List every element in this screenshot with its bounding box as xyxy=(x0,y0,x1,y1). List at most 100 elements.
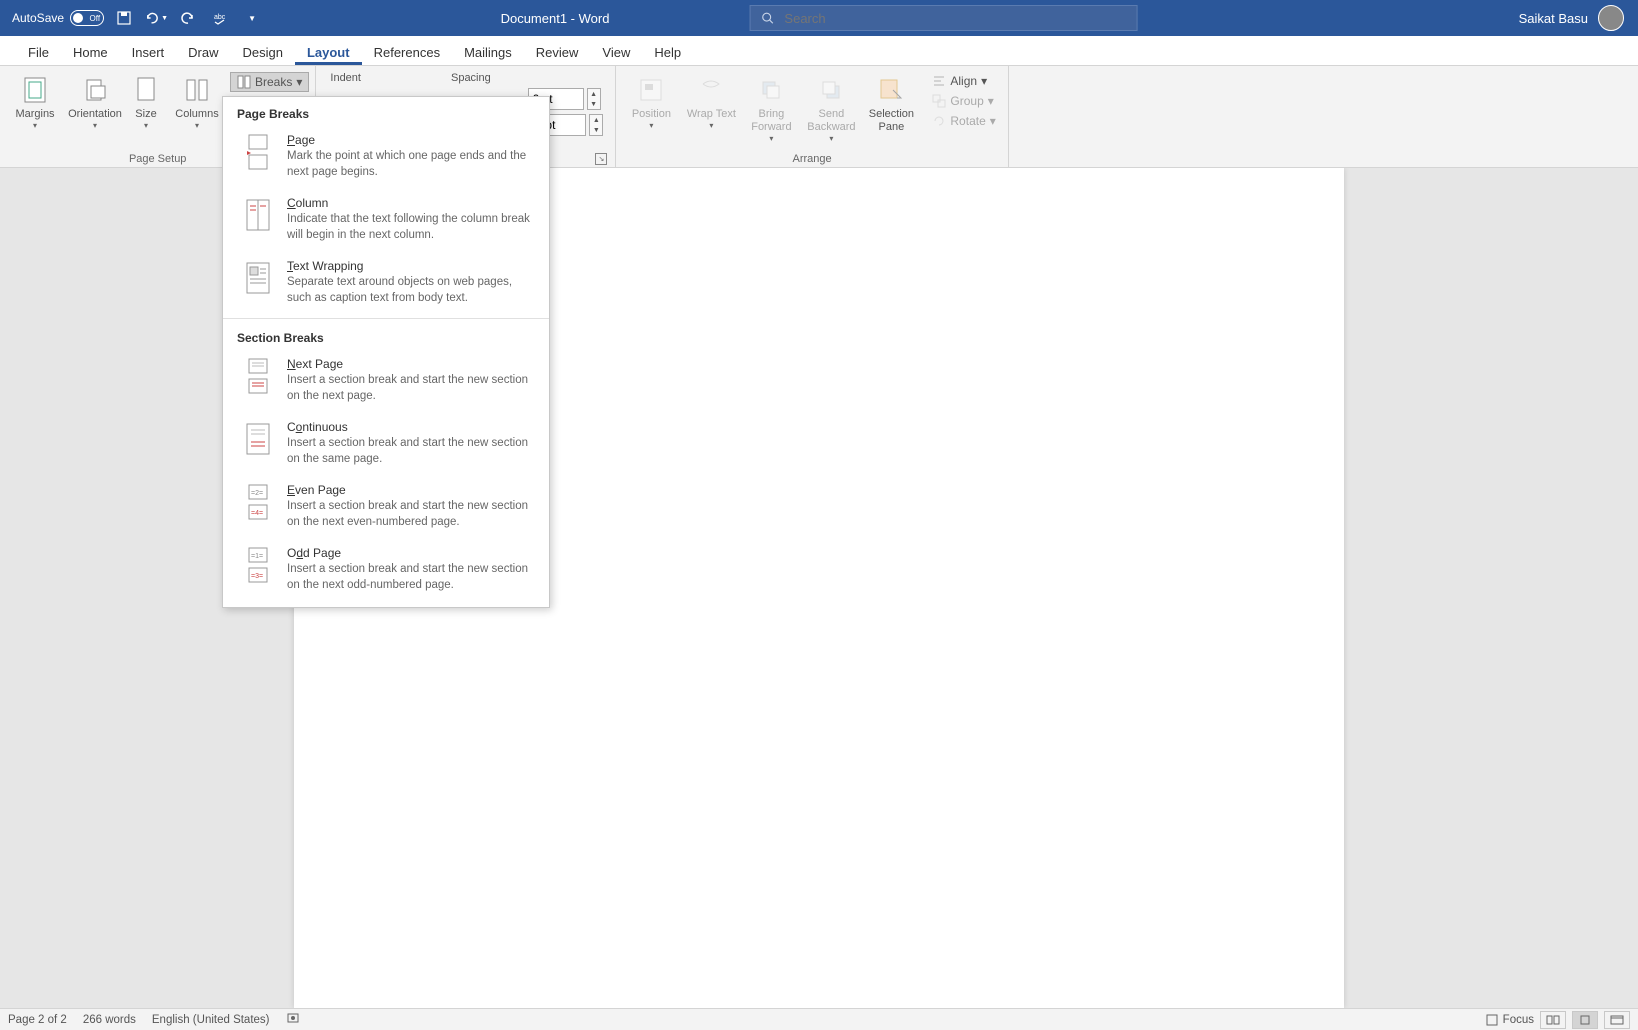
search-input[interactable] xyxy=(784,11,1126,26)
break-item-page[interactable]: PageMark the point at which one page end… xyxy=(223,127,549,190)
status-page[interactable]: Page 2 of 2 xyxy=(8,1014,67,1026)
status-language[interactable]: English (United States) xyxy=(152,1014,270,1026)
ribbon-tabs: File Home Insert Draw Design Layout Refe… xyxy=(0,36,1638,66)
break-item-column[interactable]: ColumnIndicate that the text following t… xyxy=(223,190,549,253)
focus-button[interactable]: Focus xyxy=(1485,1013,1534,1027)
tab-help[interactable]: Help xyxy=(642,39,693,65)
svg-text:=1=: =1= xyxy=(251,553,263,560)
chevron-down-icon: ▾ xyxy=(296,75,302,89)
page-break-icon xyxy=(243,133,273,171)
section-breaks-header: Section Breaks xyxy=(223,321,549,351)
autosave-label: AutoSave xyxy=(12,11,64,25)
spin-down[interactable]: ▼ xyxy=(588,99,600,109)
tab-home[interactable]: Home xyxy=(61,39,120,65)
tab-design[interactable]: Design xyxy=(231,39,295,65)
tab-mailings[interactable]: Mailings xyxy=(452,39,524,65)
search-box[interactable] xyxy=(749,5,1137,31)
customize-qat-button[interactable]: ▼ xyxy=(240,6,264,30)
spellcheck-icon: abc xyxy=(212,10,228,26)
breaks-button[interactable]: Breaks ▾ xyxy=(230,72,309,92)
web-layout-icon xyxy=(1610,1015,1624,1025)
quick-access-toolbar: AutoSave Off ▼ abc ▼ xyxy=(0,6,264,30)
search-icon xyxy=(760,11,774,25)
tab-review[interactable]: Review xyxy=(524,39,591,65)
columns-icon xyxy=(183,76,211,104)
undo-icon xyxy=(144,10,159,26)
page-breaks-header: Page Breaks xyxy=(223,97,549,127)
spelling-button[interactable]: abc xyxy=(208,6,232,30)
orientation-icon xyxy=(81,76,109,104)
record-macro-icon xyxy=(286,1011,300,1025)
user-avatar[interactable] xyxy=(1598,5,1624,31)
odd-page-icon: =1= =3= xyxy=(243,546,273,584)
tab-view[interactable]: View xyxy=(590,39,642,65)
indent-label: Indent xyxy=(330,72,361,84)
send-backward-icon xyxy=(817,76,845,104)
position-button: Position▾ xyxy=(622,70,680,130)
read-mode-icon xyxy=(1546,1015,1560,1025)
rotate-button: Rotate▾ xyxy=(926,112,1001,130)
save-button[interactable] xyxy=(112,6,136,30)
columns-button[interactable]: Columns▾ xyxy=(168,70,226,130)
chevron-down-icon: ▼ xyxy=(248,14,256,23)
statusbar: Page 2 of 2 266 words English (United St… xyxy=(0,1008,1638,1030)
orientation-button[interactable]: Orientation▾ xyxy=(66,70,124,130)
margins-icon xyxy=(21,76,49,104)
macro-recording-button[interactable] xyxy=(286,1011,300,1028)
redo-button[interactable] xyxy=(176,6,200,30)
spacing-label: Spacing xyxy=(451,72,491,84)
margins-button[interactable]: Margins▾ xyxy=(6,70,64,130)
selection-pane-button[interactable]: Selection Pane xyxy=(862,70,920,134)
break-item-continuous[interactable]: ContinuousInsert a section break and sta… xyxy=(223,414,549,477)
tab-draw[interactable]: Draw xyxy=(176,39,230,65)
breaks-icon xyxy=(237,75,251,89)
group-button: Group▾ xyxy=(926,92,1001,110)
save-icon xyxy=(116,10,132,26)
break-item-odd-page[interactable]: =1==3= Odd PageInsert a section break an… xyxy=(223,540,549,603)
tab-file[interactable]: File xyxy=(16,39,61,65)
group-icon xyxy=(932,94,946,108)
view-web-layout[interactable] xyxy=(1604,1011,1630,1029)
svg-text:=4=: =4= xyxy=(251,510,263,517)
view-read-mode[interactable] xyxy=(1540,1011,1566,1029)
text-wrapping-icon xyxy=(243,259,273,297)
spin-up[interactable]: ▲ xyxy=(590,115,602,125)
status-words[interactable]: 266 words xyxy=(83,1014,136,1026)
group-label: Arrange xyxy=(622,153,1001,167)
break-item-even-page[interactable]: =2==4= Even PageInsert a section break a… xyxy=(223,477,549,540)
focus-icon xyxy=(1485,1013,1499,1027)
position-icon xyxy=(637,76,665,104)
user-name[interactable]: Saikat Basu xyxy=(1519,11,1588,26)
tab-references[interactable]: References xyxy=(362,39,452,65)
spin-up[interactable]: ▲ xyxy=(588,89,600,99)
bring-forward-icon xyxy=(757,76,785,104)
align-button[interactable]: Align▾ xyxy=(926,72,1001,90)
undo-button[interactable]: ▼ xyxy=(144,6,168,30)
continuous-icon xyxy=(243,420,273,458)
svg-text:abc: abc xyxy=(214,14,226,21)
next-page-icon xyxy=(243,357,273,395)
bring-forward-button: Bring Forward▾ xyxy=(742,70,800,143)
document-title: Document1 - Word xyxy=(501,11,610,26)
align-icon xyxy=(932,74,946,88)
even-page-icon: =2= =4= xyxy=(243,483,273,521)
tab-layout[interactable]: Layout xyxy=(295,39,362,65)
autosave-toggle[interactable]: AutoSave Off xyxy=(12,10,104,26)
toggle-switch-icon[interactable]: Off xyxy=(70,10,104,26)
selection-pane-icon xyxy=(877,76,905,104)
wrap-text-icon xyxy=(697,76,725,104)
breaks-dropdown-menu: Page Breaks PageMark the point at which … xyxy=(222,96,550,608)
size-button[interactable]: Size▾ xyxy=(126,70,166,130)
tab-insert[interactable]: Insert xyxy=(120,39,177,65)
paragraph-dialog-launcher[interactable]: ↘ xyxy=(595,153,607,165)
break-item-text-wrapping[interactable]: Text WrappingSeparate text around object… xyxy=(223,253,549,316)
break-item-next-page[interactable]: Next PageInsert a section break and star… xyxy=(223,351,549,414)
redo-icon xyxy=(180,10,196,26)
view-print-layout[interactable] xyxy=(1572,1011,1598,1029)
column-break-icon xyxy=(243,196,273,234)
send-backward-button: Send Backward▾ xyxy=(802,70,860,143)
spin-down[interactable]: ▼ xyxy=(590,125,602,135)
svg-text:=2=: =2= xyxy=(251,490,263,497)
chevron-down-icon: ▼ xyxy=(161,15,168,22)
svg-text:=3=: =3= xyxy=(251,573,263,580)
